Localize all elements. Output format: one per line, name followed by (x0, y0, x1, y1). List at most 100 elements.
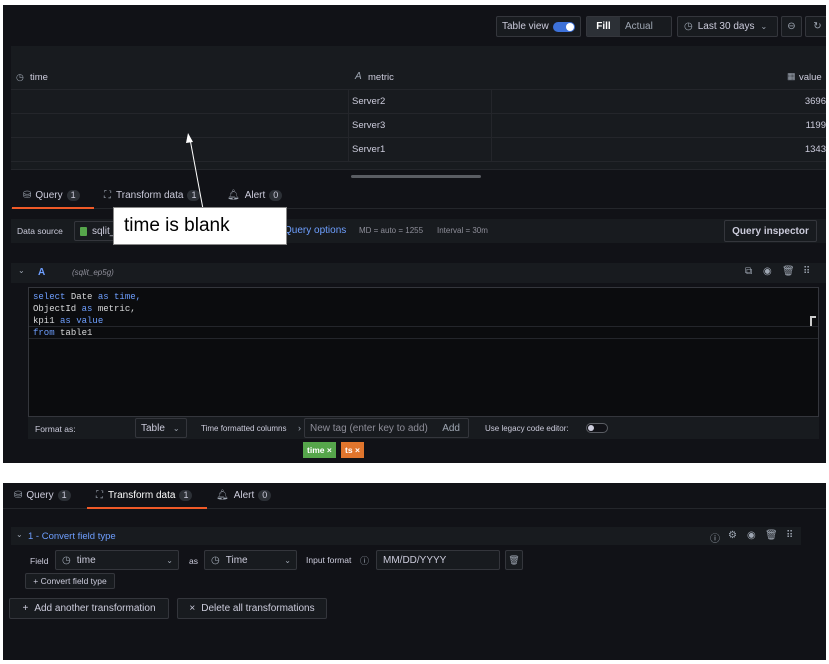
tab-alert-label: Alert (233, 490, 255, 501)
input-format-label: Input format (306, 555, 352, 565)
copy-icon[interactable]: ⧉ (745, 266, 752, 277)
code-token: kpi1 (33, 316, 61, 326)
table-row: Server3 1199 (11, 114, 826, 138)
active-tab-underline (87, 507, 207, 509)
ts-tag[interactable]: ts × (341, 442, 364, 458)
code-line: ObjectId as metric, (33, 303, 141, 315)
add-transformation-button[interactable]: + Add another transformation (9, 598, 169, 619)
zoom-out-icon: ⊖ (787, 21, 796, 32)
table-header: ◷ time A metric ▦ value (11, 46, 826, 90)
query-row-header (11, 263, 826, 283)
sql-editor[interactable]: select Date as time, ObjectId as metric, k… (28, 287, 819, 417)
field-label: Field (30, 556, 49, 566)
convert-field-type-button[interactable]: + Convert field type (25, 573, 115, 589)
refresh-icon: ↻ (813, 21, 822, 32)
tab-query-label: Query (35, 190, 63, 201)
query-options-link[interactable]: Query options (284, 225, 346, 236)
actual-button[interactable]: Actual (625, 17, 653, 36)
transform-icon: ⛶ (96, 490, 103, 501)
tab-query-label: Query (26, 490, 54, 501)
drag-handle-icon[interactable]: ⠿ (786, 530, 793, 541)
legacy-editor-label: Use legacy code editor: (485, 424, 569, 433)
value-cell: 1343 (804, 144, 826, 155)
refresh-button[interactable]: ↻ (805, 16, 826, 37)
type-select[interactable]: ◷ Time ⌄ (204, 550, 297, 570)
time-range-label: Last 30 days (697, 21, 755, 32)
clock-icon: ◷ (211, 554, 220, 566)
column-header-time[interactable]: time (30, 72, 48, 83)
eye-icon[interactable]: ◉ (747, 530, 756, 541)
code-keyword: select (33, 292, 71, 302)
table-view-toggle[interactable]: Table view (496, 16, 581, 37)
annotation-arrow (186, 133, 204, 210)
chevron-down-icon: ⌄ (284, 555, 291, 565)
bell-icon: 🔔︎ (216, 490, 229, 501)
column-header-metric[interactable]: metric (368, 72, 394, 83)
horizontal-scrollbar[interactable] (351, 175, 481, 178)
field-select[interactable]: ◷ time ⌄ (55, 550, 179, 570)
tab-transform-data[interactable]: ⛶ Transform data 1 (96, 490, 193, 501)
transformation-header[interactable] (11, 527, 801, 545)
code-token: ObjectId (33, 304, 82, 314)
remove-tag-icon[interactable]: × (327, 445, 332, 455)
query-inspector-button[interactable]: Query inspector (724, 220, 817, 242)
format-as-label: Format as: (35, 424, 76, 434)
active-tab-underline (12, 207, 94, 209)
number-type-icon: ▦ (787, 71, 796, 81)
collapse-chevron-icon[interactable]: ⌄ (16, 530, 23, 539)
table-partial-row (11, 162, 826, 170)
plus-icon: + (22, 603, 29, 614)
clock-icon: ◷ (16, 72, 24, 82)
drag-handle-icon[interactable]: ⠿ (803, 266, 810, 277)
debug-icon[interactable]: ⚙ (728, 530, 737, 541)
tag-input-placeholder: New tag (enter key to add) (310, 422, 428, 434)
info-icon[interactable]: ⓘ (360, 554, 369, 567)
collapse-chevron-icon[interactable]: ⌄ (18, 266, 25, 275)
input-format-value: MM/DD/YYYY (383, 554, 447, 566)
table-view-label: Table view (502, 21, 549, 32)
code-token: metric, (97, 304, 136, 314)
query-datasource: (sqlit_ep5g) (72, 268, 114, 277)
delete-all-transformations-button[interactable]: × Delete all transformations (177, 598, 327, 619)
time-tag-label: time (307, 445, 325, 455)
close-icon: × (189, 603, 196, 614)
transform-panel: ⛁ Query 1 ⛶ Transform data 1 🔔︎ Alert 0 … (3, 483, 826, 660)
clock-icon: ◷ (684, 21, 693, 32)
code-token: Date (70, 292, 98, 302)
tab-transform-label: Transform data (108, 490, 176, 501)
trash-icon[interactable]: 🗑︎ (765, 530, 778, 541)
tag-input[interactable]: New tag (enter key to add) Add (304, 418, 469, 438)
legacy-editor-toggle[interactable] (586, 423, 608, 433)
query-editor-panel: Table view Fill Actual ◷ Last 30 days ⌄ … (3, 5, 826, 463)
remove-tag-icon[interactable]: × (355, 445, 360, 455)
column-header-value[interactable]: value (799, 72, 822, 83)
add-tag-button[interactable]: Add (442, 423, 460, 434)
query-count-badge: 1 (57, 490, 71, 501)
tab-alert[interactable]: 🔔︎ Alert 0 (227, 190, 283, 201)
current-line-highlight (29, 326, 818, 339)
trash-icon[interactable]: 🗑︎ (782, 266, 795, 277)
format-select[interactable]: Table ⌄ (135, 418, 187, 438)
annotation-text: time is blank (124, 215, 230, 236)
fill-button[interactable]: Fill (587, 17, 620, 36)
tab-alert-label: Alert (244, 190, 266, 201)
code-keyword: time, (114, 292, 142, 302)
tab-query[interactable]: ⛁ Query 1 (14, 490, 71, 501)
trash-icon: 🗑︎ (508, 554, 520, 565)
table-row: Server2 3696 (11, 90, 826, 114)
md-info: MD = auto = 1255 (359, 226, 424, 235)
input-format-field[interactable]: MM/DD/YYYY (376, 550, 500, 570)
zoom-out-button[interactable]: ⊖ (781, 16, 802, 37)
tab-query[interactable]: ⛁ Query 1 (23, 190, 80, 201)
code-keyword: as (81, 304, 98, 314)
alert-count-badge: 0 (258, 490, 272, 501)
time-range-picker[interactable]: ◷ Last 30 days ⌄ (677, 16, 778, 37)
transform-count-badge: 1 (179, 490, 193, 501)
delete-conversion-button[interactable]: 🗑︎ (505, 550, 523, 570)
time-tag[interactable]: time × (303, 442, 336, 458)
as-label: as (189, 556, 198, 566)
info-icon[interactable]: ⓘ (710, 530, 720, 545)
eye-icon[interactable]: ◉ (763, 266, 772, 277)
tab-alert[interactable]: 🔔︎ Alert 0 (216, 490, 272, 501)
code-keyword: as (97, 292, 115, 302)
